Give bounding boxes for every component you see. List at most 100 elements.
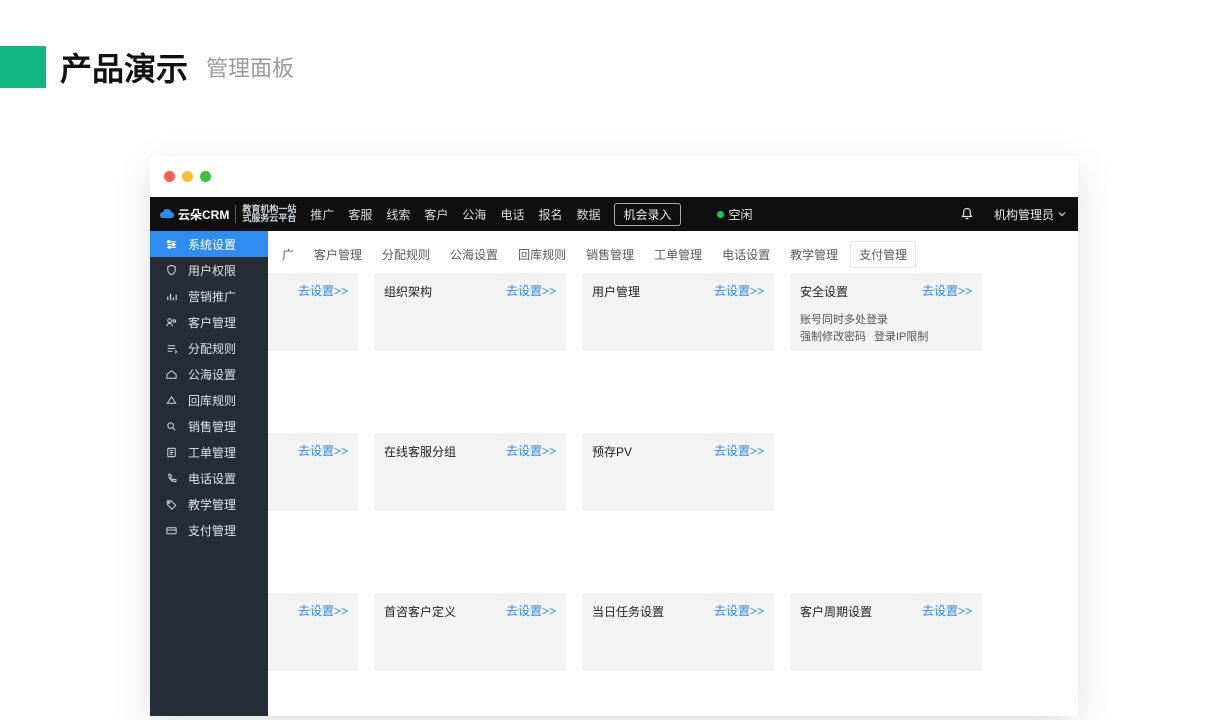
chevron-down-icon: [1058, 207, 1066, 221]
tag-icon: [164, 498, 178, 511]
sidebar-item-pool-settings[interactable]: 公海设置: [150, 361, 268, 387]
brand-name: 云朵CRM 教育机构一站式服务云平台: [178, 205, 296, 224]
sidebar-item-return-rules[interactable]: 回库规则: [150, 387, 268, 413]
nav-promotion[interactable]: 推广: [310, 206, 334, 223]
app-window: 云朵CRM 教育机构一站式服务云平台 推广 客服 线索 客户 公海 电话 报名 …: [150, 156, 1078, 716]
chart-icon: [164, 290, 178, 303]
tab-return[interactable]: 回库规则: [510, 242, 574, 267]
window-titlebar: [150, 156, 1078, 197]
sidebar-item-user-permissions[interactable]: 用户权限: [150, 257, 268, 283]
status-label: 空闲: [729, 206, 753, 223]
triangle-icon: [164, 394, 178, 407]
sidebar-item-sales-management[interactable]: 销售管理: [150, 413, 268, 439]
sidebar-item-system-settings[interactable]: 系统设置: [150, 231, 268, 257]
tab-pool[interactable]: 公海设置: [442, 242, 506, 267]
go-settings-link[interactable]: 去设置>>: [714, 442, 764, 459]
tab-payment[interactable]: 支付管理: [850, 241, 916, 268]
page-title: 产品演示: [60, 44, 188, 90]
card-title: 首咨客户定义: [384, 605, 456, 619]
go-settings-link[interactable]: 去设置>>: [714, 602, 764, 619]
tab-ticket[interactable]: 工单管理: [646, 242, 710, 267]
tab-teaching[interactable]: 教学管理: [782, 242, 846, 267]
sidebar-item-label: 销售管理: [188, 418, 236, 435]
sliders-icon: [164, 238, 178, 251]
tab-assignment[interactable]: 分配规则: [374, 242, 438, 267]
settings-card-org-structure: 组织架构 去设置>>: [374, 273, 566, 351]
topnav-items: 推广 客服 线索 客户 公海 电话 报名 数据: [310, 206, 600, 223]
status-dot-icon: [717, 211, 724, 218]
accent-block: [0, 46, 46, 88]
go-settings-link[interactable]: 去设置>>: [298, 442, 348, 459]
bell-icon[interactable]: [960, 207, 974, 221]
settings-card: 则 去设置>>: [268, 593, 358, 671]
window-minimize-icon[interactable]: [182, 171, 193, 182]
cards-area: 去设置>> 组织架构 去设置>> 用户管理 去设置>> 安全设置 去设置>> 账…: [268, 273, 1078, 716]
people-icon: [164, 316, 178, 329]
go-settings-link[interactable]: 去设置>>: [922, 602, 972, 619]
card-icon: [164, 524, 178, 537]
go-settings-link[interactable]: 去设置>>: [922, 282, 972, 299]
sidebar-item-phone-settings[interactable]: 电话设置: [150, 465, 268, 491]
card-row: 则 去设置>> 首咨客户定义 去设置>> 当日任务设置 去设置>> 客户周期设置…: [268, 593, 1072, 671]
card-title: 用户管理: [592, 285, 640, 299]
settings-card-customer-cycle: 客户周期设置 去设置>>: [790, 593, 982, 671]
shield-icon: [164, 264, 178, 277]
sidebar-item-label: 系统设置: [188, 236, 236, 253]
sidebar-item-assignment-rules[interactable]: 分配规则: [150, 335, 268, 361]
brand-tagline: 教育机构一站式服务云平台: [235, 205, 296, 224]
sidebar-item-label: 分配规则: [188, 340, 236, 357]
settings-card: 置 去设置>>: [268, 433, 358, 511]
sidebar-item-payment-management[interactable]: 支付管理: [150, 517, 268, 543]
tab-partial[interactable]: 广: [274, 242, 302, 267]
nav-signup[interactable]: 报名: [538, 206, 562, 223]
tab-row: 广 客户管理 分配规则 公海设置 回库规则 销售管理 工单管理 电话设置 教学管…: [268, 231, 1078, 276]
settings-card-security: 安全设置 去设置>> 账号同时多处登录 强制修改密码 登录IP限制: [790, 273, 982, 351]
doc-icon: [164, 446, 178, 459]
sidebar-item-label: 教学管理: [188, 496, 236, 513]
content-area: 广 客户管理 分配规则 公海设置 回库规则 销售管理 工单管理 电话设置 教学管…: [268, 231, 1078, 716]
tab-sales[interactable]: 销售管理: [578, 242, 642, 267]
nav-phone[interactable]: 电话: [500, 206, 524, 223]
page-subtitle: 管理面板: [206, 51, 294, 83]
opportunity-entry-button[interactable]: 机会录入: [614, 203, 680, 226]
sidebar-item-label: 营销推广: [188, 288, 236, 305]
sidebar-item-customer-management[interactable]: 客户管理: [150, 309, 268, 335]
settings-card-prestored-pv: 预存PV 去设置>>: [582, 433, 774, 511]
nav-leads[interactable]: 线索: [386, 206, 410, 223]
go-settings-link[interactable]: 去设置>>: [506, 602, 556, 619]
sidebar-item-ticket-management[interactable]: 工单管理: [150, 439, 268, 465]
topnav: 云朵CRM 教育机构一站式服务云平台 推广 客服 线索 客户 公海 电话 报名 …: [150, 197, 1078, 231]
tab-phone[interactable]: 电话设置: [714, 242, 778, 267]
status-indicator[interactable]: 空闲: [717, 206, 753, 223]
sidebar-item-label: 回库规则: [188, 392, 236, 409]
sidebar-item-marketing[interactable]: 营销推广: [150, 283, 268, 309]
sidebar-item-label: 客户管理: [188, 314, 236, 331]
settings-card-daily-task: 当日任务设置 去设置>>: [582, 593, 774, 671]
card-title: 安全设置: [800, 285, 848, 299]
go-settings-link[interactable]: 去设置>>: [506, 442, 556, 459]
sidebar-item-label: 公海设置: [188, 366, 236, 383]
nav-pool[interactable]: 公海: [462, 206, 486, 223]
window-zoom-icon[interactable]: [200, 171, 211, 182]
card-row: 置 去设置>> 在线客服分组 去设置>> 预存PV 去设置>>: [268, 433, 1072, 511]
card-title: 预存PV: [592, 445, 632, 459]
card-title: 当日任务设置: [592, 605, 664, 619]
search-person-icon: [164, 420, 178, 433]
user-menu[interactable]: 机构管理员: [994, 206, 1066, 223]
go-settings-link[interactable]: 去设置>>: [506, 282, 556, 299]
nav-data[interactable]: 数据: [576, 206, 600, 223]
window-close-icon[interactable]: [164, 171, 175, 182]
empty-slot: [790, 433, 982, 511]
sidebar-item-teaching-management[interactable]: 教学管理: [150, 491, 268, 517]
tab-customer[interactable]: 客户管理: [306, 242, 370, 267]
go-settings-link[interactable]: 去设置>>: [714, 282, 764, 299]
brand[interactable]: 云朵CRM 教育机构一站式服务云平台: [158, 205, 296, 224]
go-settings-link[interactable]: 去设置>>: [298, 602, 348, 619]
card-title: 客户周期设置: [800, 605, 872, 619]
nav-service[interactable]: 客服: [348, 206, 372, 223]
nav-customers[interactable]: 客户: [424, 206, 448, 223]
card-title: 在线客服分组: [384, 445, 456, 459]
assign-icon: [164, 342, 178, 355]
go-settings-link[interactable]: 去设置>>: [298, 282, 348, 299]
card-sub-1: 账号同时多处登录: [800, 311, 888, 327]
